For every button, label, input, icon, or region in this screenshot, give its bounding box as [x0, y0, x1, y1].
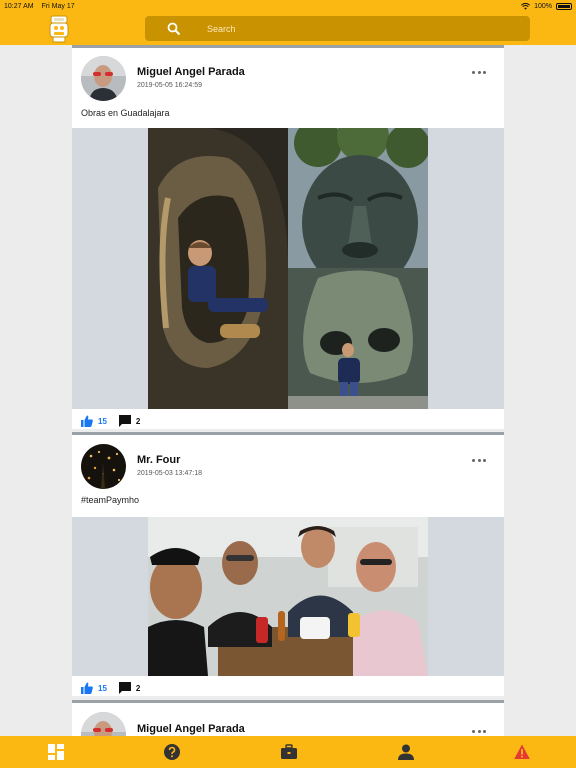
post-author[interactable]: Miguel Angel Parada	[137, 723, 245, 735]
post-card: Miguel Angel Parada 2019-05-05 16:24:59 …	[72, 45, 504, 429]
photo-face-sculpture[interactable]	[288, 128, 428, 268]
comment-count: 2	[135, 416, 141, 426]
card-divider	[72, 45, 504, 48]
more-dot-icon	[472, 70, 475, 74]
avatar[interactable]	[81, 56, 126, 101]
search-bar[interactable]	[145, 16, 530, 41]
post-feed[interactable]: Miguel Angel Parada 2019-05-05 16:24:59 …	[72, 45, 504, 736]
post-timestamp: 2019-05-03 13:47:18	[137, 470, 202, 477]
like-count: 15	[98, 683, 107, 693]
status-time: 10:27 AM	[4, 2, 34, 10]
comment-button[interactable]: 2	[118, 682, 141, 694]
comment-button[interactable]: 2	[118, 415, 141, 427]
post-actions: 15 2	[81, 682, 140, 694]
comment-icon	[118, 682, 131, 694]
photo-group-selfie[interactable]	[148, 517, 428, 676]
post-actions: 15 2	[81, 415, 140, 427]
search-icon	[167, 22, 181, 35]
battery-percent: 100%	[534, 2, 552, 10]
briefcase-icon[interactable]	[281, 744, 297, 760]
paymo-mascot-logo[interactable]	[49, 15, 69, 43]
comment-icon	[118, 415, 131, 427]
comment-count: 2	[135, 683, 141, 693]
card-divider	[72, 432, 504, 435]
more-dot-icon	[477, 729, 481, 733]
status-bar: 10:27 AM Fri May 17 100%	[0, 0, 576, 12]
more-dot-icon	[477, 70, 481, 74]
search-input[interactable]	[207, 23, 507, 34]
wifi-icon	[521, 2, 531, 10]
thumbs-up-icon	[81, 682, 93, 694]
post-caption: #teamPaymho	[81, 495, 140, 505]
post-timestamp: 2019-05-05 16:24:59	[137, 82, 202, 89]
like-button[interactable]: 15	[81, 415, 107, 427]
user-icon[interactable]	[398, 744, 414, 760]
more-dot-icon	[477, 458, 481, 462]
more-options-button[interactable]	[472, 728, 486, 734]
post-card: Mr. Four 2019-05-03 13:47:18 #teamPaymho	[72, 432, 504, 696]
avatar[interactable]	[81, 712, 126, 736]
grid-icon[interactable]	[48, 744, 64, 760]
more-options-button[interactable]	[472, 69, 486, 75]
more-dot-icon	[472, 729, 475, 733]
battery-icon	[556, 2, 572, 10]
more-dot-icon	[483, 458, 486, 462]
status-date: Fri May 17	[41, 2, 75, 10]
avatar[interactable]	[81, 444, 126, 489]
more-options-button[interactable]	[472, 457, 486, 463]
thumbs-up-icon	[81, 415, 93, 427]
like-button[interactable]: 15	[81, 682, 107, 694]
warning-icon[interactable]	[514, 744, 530, 760]
post-caption: Obras en Guadalajara	[81, 108, 170, 118]
post-author[interactable]: Mr. Four	[137, 454, 180, 466]
card-divider	[72, 700, 504, 703]
post-media[interactable]	[72, 517, 504, 676]
post-card: Miguel Angel Parada	[72, 700, 504, 736]
app-header	[0, 12, 576, 45]
more-dot-icon	[472, 458, 475, 462]
photo-nose-sculpture-child[interactable]	[288, 268, 428, 409]
photo-ear-sculpture-child[interactable]	[148, 128, 288, 409]
like-count: 15	[98, 416, 107, 426]
more-dot-icon	[483, 70, 486, 74]
post-author[interactable]: Miguel Angel Parada	[137, 66, 245, 78]
bottom-navigation	[0, 736, 576, 768]
help-icon[interactable]	[164, 744, 180, 760]
more-dot-icon	[483, 729, 486, 733]
post-media[interactable]	[72, 128, 504, 409]
